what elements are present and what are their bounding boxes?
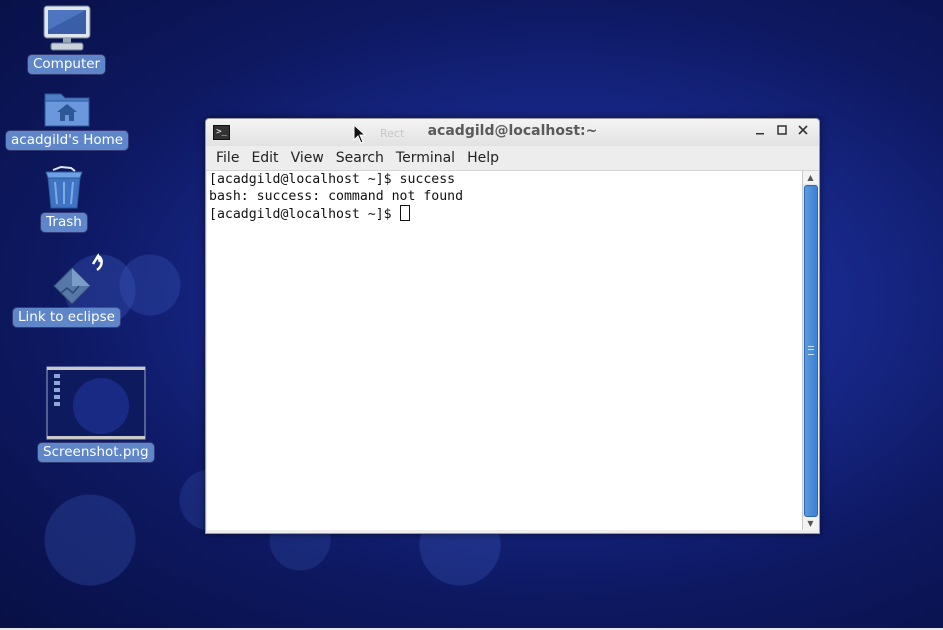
window-title: acadgild@localhost:~: [427, 123, 598, 139]
vertical-scrollbar[interactable]: ▲ ▼: [802, 171, 818, 530]
scroll-up-icon[interactable]: ▲: [803, 171, 818, 184]
desktop-icon-computer[interactable]: Computer: [28, 4, 106, 74]
maximize-icon[interactable]: [773, 123, 791, 141]
menu-edit[interactable]: Edit: [245, 146, 284, 170]
terminal-line: bash: success: command not found: [209, 189, 464, 204]
terminal-window[interactable]: >_ Rect acadgild@localhost:~ File Edit V…: [205, 118, 820, 534]
text-cursor: [399, 205, 410, 221]
computer-icon: [41, 4, 93, 52]
menu-terminal[interactable]: Terminal: [390, 146, 461, 170]
desktop-icon-label: Trash: [41, 213, 87, 232]
desktop-icon-trash[interactable]: Trash: [41, 166, 87, 232]
close-icon[interactable]: [794, 123, 812, 141]
terminal-line: [acadgild@localhost ~]$ success: [209, 172, 456, 187]
desktop-icon-label: Computer: [28, 55, 106, 74]
desktop: Computer acadgild's Home Trash Link to e…: [0, 0, 943, 630]
grip-icon: [808, 346, 814, 355]
menu-search[interactable]: Search: [330, 146, 390, 170]
desktop-icon-home[interactable]: acadgild's Home: [6, 88, 129, 150]
terminal-output[interactable]: [acadgild@localhost ~]$ success bash: su…: [207, 171, 802, 530]
desktop-icon-label: acadgild's Home: [6, 131, 129, 150]
image-thumbnail-icon: [46, 366, 146, 440]
desktop-icon-label: Screenshot.png: [38, 443, 154, 462]
terminal-prompt-line[interactable]: [acadgild@localhost ~]$: [207, 205, 802, 222]
menu-file[interactable]: File: [210, 146, 245, 170]
eclipse-launcher-icon: [21, 252, 111, 308]
trash-icon: [41, 166, 87, 210]
scroll-thumb[interactable]: [804, 185, 818, 517]
window-titlebar[interactable]: >_ Rect acadgild@localhost:~: [206, 119, 819, 146]
terminal-prompt: [acadgild@localhost ~]$: [209, 207, 400, 222]
mouse-pointer-icon: [353, 123, 367, 144]
desktop-icon-screenshot[interactable]: Screenshot.png: [38, 366, 154, 462]
home-folder-icon: [43, 88, 91, 128]
menu-bar: File Edit View Search Terminal Help: [206, 146, 819, 171]
desktop-icon-eclipse[interactable]: Link to eclipse: [13, 252, 120, 327]
desktop-icon-label: Link to eclipse: [13, 308, 120, 327]
menu-view[interactable]: View: [285, 146, 330, 170]
minimize-icon[interactable]: [751, 123, 769, 141]
menu-help[interactable]: Help: [461, 146, 505, 170]
scroll-down-icon[interactable]: ▼: [803, 517, 818, 530]
